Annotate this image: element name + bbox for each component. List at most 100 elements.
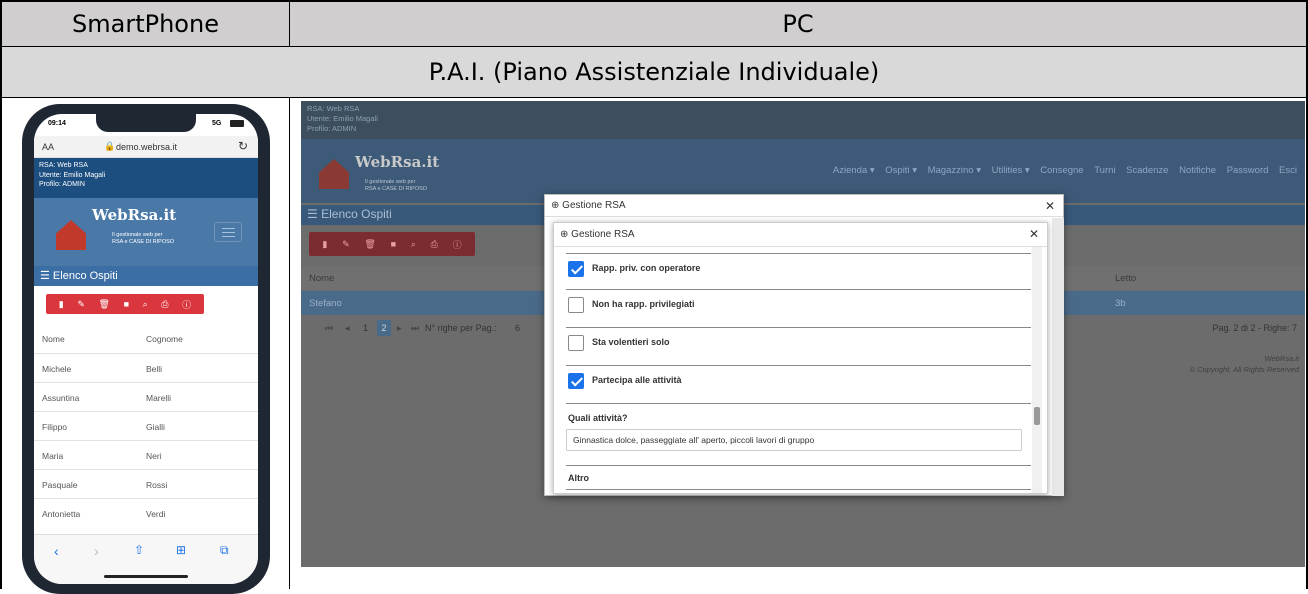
dialog-inner: ⊕ Gestione RSA ✕ Rapp. priv. con operato… bbox=[553, 222, 1048, 494]
text-size-button[interactable]: AA bbox=[42, 142, 54, 152]
separator bbox=[566, 365, 1031, 366]
table-row[interactable]: Maria Neri bbox=[34, 440, 258, 469]
rows-per-page-select[interactable]: 6 bbox=[515, 323, 520, 333]
checkbox-unchecked[interactable] bbox=[568, 335, 584, 351]
tabs-icon[interactable]: ⧉ bbox=[220, 543, 229, 558]
cell-cognome: Belli bbox=[146, 364, 163, 374]
pc-cell-nome: Stefano bbox=[309, 298, 342, 309]
edit-icon[interactable]: ✎ bbox=[342, 239, 350, 250]
nav-turni[interactable]: Turni bbox=[1094, 165, 1115, 176]
quali-attivita-label: Quali attività? bbox=[568, 413, 628, 423]
delete-icon[interactable]: 🗑 bbox=[99, 299, 110, 310]
cell-cognome: Neri bbox=[146, 451, 162, 461]
nav-esci[interactable]: Esci bbox=[1279, 165, 1297, 176]
pc-footer: WebRsa.it © Copyright. All Rights Reserv… bbox=[1190, 353, 1299, 375]
next-page-icon[interactable]: ▸ bbox=[397, 323, 402, 334]
pc-utente-label: Utente: Emilio Magali bbox=[307, 114, 378, 123]
last-page-icon[interactable]: ⏭ bbox=[411, 323, 419, 334]
checkbox-checked[interactable] bbox=[568, 261, 584, 277]
dialog-outer-title: Gestione RSA bbox=[562, 200, 626, 211]
search-icon[interactable]: ⌕ bbox=[143, 299, 148, 310]
pc-logo[interactable]: WebRsa.it bbox=[355, 153, 439, 171]
cell-nome: Antonietta bbox=[42, 509, 81, 519]
new-file-icon[interactable]: ▮ bbox=[322, 239, 327, 250]
nav-utilities[interactable]: Utilities ▾ bbox=[992, 165, 1030, 176]
first-page-icon[interactable]: ⏮ bbox=[325, 323, 333, 334]
globe-icon: ⊕ bbox=[551, 200, 563, 211]
prev-page-icon[interactable]: ◂ bbox=[345, 323, 350, 334]
print-icon[interactable]: ⎙ bbox=[161, 299, 168, 310]
table-row[interactable]: Assuntina Marelli bbox=[34, 382, 258, 411]
forward-icon[interactable]: › bbox=[94, 543, 99, 559]
share-icon[interactable]: ⇧ bbox=[134, 543, 144, 557]
pc-rsa-label: RSA: Web RSA bbox=[307, 104, 360, 113]
nav-password[interactable]: Password bbox=[1227, 165, 1269, 176]
inner-scrollbar-thumb[interactable] bbox=[1034, 407, 1040, 425]
table-row[interactable]: Pasquale Rossi bbox=[34, 469, 258, 498]
header-smartphone: SmartPhone bbox=[0, 0, 290, 47]
print-icon[interactable]: ⎙ bbox=[431, 239, 438, 250]
nav-consegne[interactable]: Consegne bbox=[1040, 165, 1083, 176]
edit-icon[interactable]: ✎ bbox=[77, 299, 85, 310]
page-1-button[interactable]: 1 bbox=[363, 323, 368, 333]
outer-scrollbar[interactable] bbox=[1052, 218, 1064, 496]
pc-col-nome: Nome bbox=[309, 273, 335, 284]
col-nome: Nome bbox=[42, 334, 65, 344]
nav-ospiti[interactable]: Ospiti ▾ bbox=[885, 165, 917, 176]
nav-notifiche[interactable]: Notifiche bbox=[1179, 165, 1216, 176]
back-icon[interactable]: ‹ bbox=[54, 543, 59, 559]
dialog-inner-titlebar: ⊕ Gestione RSA ✕ bbox=[554, 223, 1047, 247]
search-icon[interactable]: ⌕ bbox=[411, 239, 416, 250]
option-label: Partecipa alle attività bbox=[592, 375, 682, 385]
table-row[interactable]: Filippo Gialli bbox=[34, 411, 258, 440]
safari-toolbar: ‹ › ⇧ ⊞ ⧉ bbox=[34, 534, 258, 584]
info-icon[interactable]: ⓘ bbox=[453, 238, 462, 251]
pc-tagline1: Il gestionale web per bbox=[365, 179, 416, 185]
cell-nome: Pasquale bbox=[42, 480, 78, 490]
phone-table: Nome Cognome Michele Belli Assuntina Marel… bbox=[34, 324, 258, 527]
footer-brand: WebRsa.it bbox=[1264, 354, 1299, 363]
close-icon[interactable]: ✕ bbox=[1029, 227, 1039, 241]
new-file-icon[interactable]: ▮ bbox=[59, 299, 64, 310]
pc-toolbar: ▮ ✎ 🗑 ■ ⌕ ⎙ ⓘ bbox=[309, 232, 475, 256]
card-icon[interactable]: ■ bbox=[391, 239, 396, 249]
nav-magazzino[interactable]: Magazzino ▾ bbox=[928, 165, 981, 176]
close-icon[interactable]: ✕ bbox=[1045, 199, 1055, 213]
cell-cognome: Gialli bbox=[146, 422, 165, 432]
reload-icon[interactable]: ↻ bbox=[238, 139, 248, 153]
separator bbox=[566, 327, 1031, 328]
nav-azienda[interactable]: Azienda ▾ bbox=[833, 165, 875, 176]
cell-nome: Maria bbox=[42, 451, 64, 461]
checkbox-checked[interactable] bbox=[568, 373, 584, 389]
phone-toolbar: ▮ ✎ 🗑 ■ ⌕ ⎙ ⓘ bbox=[46, 294, 204, 314]
pc-list-title: Elenco Ospiti bbox=[321, 207, 392, 221]
header-pc: PC bbox=[289, 0, 1308, 47]
bookmarks-icon[interactable]: ⊞ bbox=[176, 543, 186, 557]
phone-tagline2: RSA e CASE DI RIPOSO bbox=[112, 239, 175, 245]
delete-icon[interactable]: 🗑 bbox=[364, 239, 375, 250]
page-2-button[interactable]: 2 bbox=[377, 320, 391, 336]
status-bar: 09:14 5G bbox=[34, 114, 258, 138]
checkbox-unchecked[interactable] bbox=[568, 297, 584, 313]
info-icon[interactable]: ⓘ bbox=[182, 298, 191, 311]
pc-cell-letto: 3b bbox=[1115, 298, 1126, 309]
hamburger-menu-icon[interactable] bbox=[214, 222, 242, 242]
browser-url-bar[interactable]: AA 🔒 demo.webrsa.it ↻ bbox=[34, 136, 258, 158]
table-row[interactable]: Antonietta Verdi bbox=[34, 498, 258, 527]
url-text[interactable]: demo.webrsa.it bbox=[116, 142, 177, 152]
lock-icon: 🔒 bbox=[104, 141, 116, 151]
phone-logo[interactable]: WebRsa.it bbox=[92, 206, 176, 224]
dialog-inner-title: Gestione RSA bbox=[571, 229, 635, 240]
phone-user-info: RSA: Web RSA Utente: Emilio Magali Profi… bbox=[34, 158, 258, 198]
rsa-label: RSA: Web RSA bbox=[39, 162, 88, 169]
pager-info: Pag. 2 di 2 - Righe: 7 bbox=[1212, 323, 1297, 333]
quali-attivita-input[interactable]: Ginnastica dolce, passeggiate all' apert… bbox=[566, 429, 1022, 451]
card-icon[interactable]: ■ bbox=[124, 299, 129, 309]
inner-scrollbar[interactable] bbox=[1032, 247, 1042, 493]
nav-scadenze[interactable]: Scadenze bbox=[1126, 165, 1168, 176]
table-row[interactable]: Michele Belli bbox=[34, 353, 258, 382]
phone-list-title: Elenco Ospiti bbox=[52, 270, 118, 282]
rows-per-page-label: N° righe per Pag.: bbox=[425, 323, 497, 333]
table-header-row: Nome Cognome bbox=[34, 324, 258, 353]
pc-user-info: RSA: Web RSA Utente: Emilio Magali Profi… bbox=[301, 101, 1305, 139]
